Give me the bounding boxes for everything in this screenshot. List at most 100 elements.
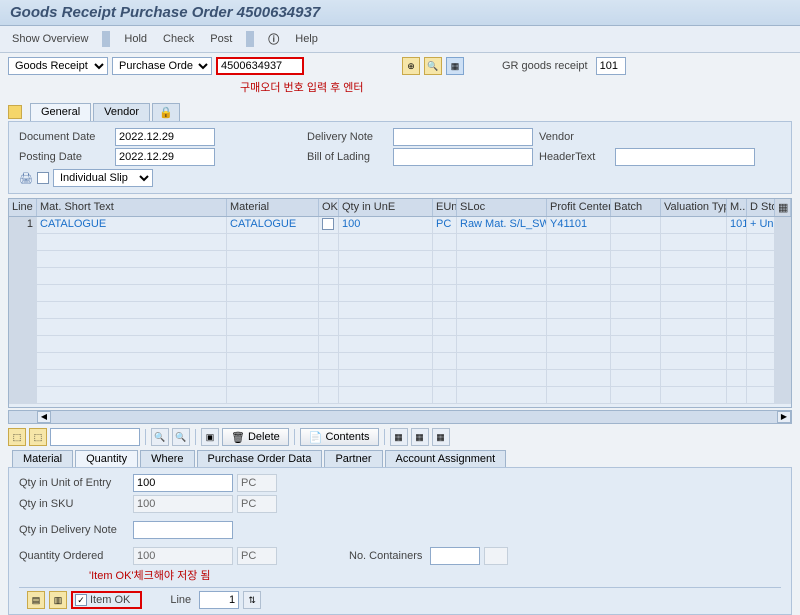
page-title: Goods Receipt Purchase Order 4500634937 bbox=[0, 0, 800, 26]
bill-of-lading-label: Bill of Lading bbox=[307, 151, 387, 163]
item-ok-checkbox[interactable]: ✓ bbox=[75, 594, 87, 606]
qty-ordered-label: Quantity Ordered bbox=[19, 550, 129, 562]
bill-of-lading-input[interactable] bbox=[393, 148, 533, 166]
folder-icon[interactable] bbox=[8, 105, 22, 119]
table-row-empty bbox=[9, 319, 791, 336]
find-icon[interactable]: 🔍 bbox=[151, 428, 169, 446]
layout-icon[interactable]: ▦ bbox=[432, 428, 450, 446]
individual-slip-select[interactable]: Individual Slip bbox=[53, 169, 153, 187]
menu-show-overview[interactable]: Show Overview bbox=[8, 31, 92, 47]
qty-sku-input bbox=[133, 495, 233, 513]
table-row-empty bbox=[9, 268, 791, 285]
separator bbox=[246, 31, 254, 47]
qty-unit-entry-input[interactable] bbox=[133, 474, 233, 492]
items-grid: Line Mat. Short Text Material OK Qty in … bbox=[8, 198, 792, 408]
footer-line-input[interactable] bbox=[199, 591, 239, 609]
po-hint-text: 구매오더 번호 입력 후 엔터 bbox=[240, 79, 364, 95]
tab-general[interactable]: General bbox=[30, 103, 91, 121]
col-mat-short[interactable]: Mat. Short Text bbox=[37, 199, 227, 216]
goods-receipt-select[interactable]: Goods Receipt bbox=[8, 57, 108, 75]
gr-code-input[interactable] bbox=[596, 57, 626, 75]
horizontal-scrollbar[interactable]: ◀ ▶ bbox=[8, 410, 792, 424]
col-config-icon[interactable]: ▦ bbox=[775, 199, 791, 216]
header-text-input[interactable] bbox=[615, 148, 755, 166]
row-ok-checkbox[interactable] bbox=[322, 218, 334, 230]
header-tab-row: General Vendor 🔒 bbox=[0, 99, 800, 121]
po-number-input[interactable] bbox=[216, 57, 304, 75]
col-valtype[interactable]: Valuation Type bbox=[661, 199, 727, 216]
qty-ordered-unit bbox=[237, 547, 277, 565]
line-nav-icon[interactable]: ⇅ bbox=[243, 591, 261, 609]
menu-post[interactable]: Post bbox=[206, 31, 236, 47]
footer-icon-1[interactable]: ▤ bbox=[27, 591, 45, 609]
table-row[interactable]: 1 CATALOGUE CATALOGUE 100 PC Raw Mat. S/… bbox=[9, 217, 791, 234]
col-ok[interactable]: OK bbox=[319, 199, 339, 216]
document-date-label: Document Date bbox=[19, 131, 109, 143]
quantity-panel: Qty in Unit of Entry Qty in SKU Qty in D… bbox=[8, 467, 792, 615]
qty-sku-label: Qty in SKU bbox=[19, 498, 129, 510]
delete-button[interactable]: 🗑 Delete bbox=[222, 428, 289, 446]
purchase-order-select[interactable]: Purchase Order bbox=[112, 57, 212, 75]
qty-unit-entry-label: Qty in Unit of Entry bbox=[19, 477, 129, 489]
info-icon: ⓘ bbox=[264, 29, 283, 49]
tab-vendor[interactable]: Vendor bbox=[93, 103, 150, 121]
detail-tabs: Material Quantity Where Purchase Order D… bbox=[12, 450, 800, 467]
contents-button[interactable]: 📄 Contents bbox=[300, 428, 379, 446]
delivery-note-input[interactable] bbox=[393, 128, 533, 146]
col-batch[interactable]: Batch bbox=[611, 199, 661, 216]
toolbar-field[interactable] bbox=[50, 428, 140, 446]
menu-check[interactable]: Check bbox=[159, 31, 198, 47]
menu-help[interactable]: Help bbox=[291, 31, 322, 47]
separator bbox=[195, 429, 196, 445]
scroll-right-icon[interactable]: ▶ bbox=[777, 411, 791, 423]
scroll-left-icon[interactable]: ◀ bbox=[37, 411, 51, 423]
table-row-empty bbox=[9, 387, 791, 404]
expand-icon[interactable]: ▦ bbox=[390, 428, 408, 446]
menu-hold[interactable]: Hold bbox=[120, 31, 151, 47]
footer-icon-2[interactable]: ▥ bbox=[49, 591, 67, 609]
qty-delivery-input[interactable] bbox=[133, 521, 233, 539]
col-sloc[interactable]: SLoc bbox=[457, 199, 547, 216]
table-row-empty bbox=[9, 234, 791, 251]
no-containers-label: No. Containers bbox=[349, 550, 426, 562]
col-profit[interactable]: Profit Center bbox=[547, 199, 611, 216]
table-row-empty bbox=[9, 336, 791, 353]
col-dstock[interactable]: D Stock Type bbox=[747, 199, 775, 216]
grid-body[interactable]: 1 CATALOGUE CATALOGUE 100 PC Raw Mat. S/… bbox=[9, 217, 791, 407]
deselect-all-icon[interactable]: ⬚ bbox=[29, 428, 47, 446]
copy-icon[interactable]: ▣ bbox=[201, 428, 219, 446]
table-row-empty bbox=[9, 353, 791, 370]
separator bbox=[102, 31, 110, 47]
posting-date-input[interactable] bbox=[115, 148, 215, 166]
vendor-label: Vendor bbox=[539, 131, 609, 143]
tab-icon-misc[interactable]: 🔒 bbox=[152, 103, 180, 121]
individual-slip-checkbox[interactable] bbox=[37, 172, 49, 184]
delivery-note-label: Delivery Note bbox=[307, 131, 387, 143]
tab-account[interactable]: Account Assignment bbox=[385, 450, 507, 467]
no-containers-input[interactable] bbox=[430, 547, 480, 565]
no-containers-unit bbox=[484, 547, 508, 565]
execute-icon[interactable]: ⊕ bbox=[402, 57, 420, 75]
tab-quantity[interactable]: Quantity bbox=[75, 450, 138, 467]
table-row-empty bbox=[9, 302, 791, 319]
col-qty[interactable]: Qty in UnE bbox=[339, 199, 433, 216]
grid-icon[interactable]: ▦ bbox=[446, 57, 464, 75]
document-date-input[interactable] bbox=[115, 128, 215, 146]
footer-line-label: Line bbox=[170, 594, 195, 606]
separator bbox=[294, 429, 295, 445]
tab-po-data[interactable]: Purchase Order Data bbox=[197, 450, 323, 467]
search-icon[interactable]: 🔍 bbox=[424, 57, 442, 75]
find-next-icon[interactable]: 🔍 bbox=[172, 428, 190, 446]
tab-material[interactable]: Material bbox=[12, 450, 73, 467]
select-all-icon[interactable]: ⬚ bbox=[8, 428, 26, 446]
collapse-icon[interactable]: ▦ bbox=[411, 428, 429, 446]
tab-partner[interactable]: Partner bbox=[324, 450, 382, 467]
header-panel: Document Date Delivery Note Vendor Posti… bbox=[8, 121, 792, 194]
col-material[interactable]: Material bbox=[227, 199, 319, 216]
separator bbox=[145, 429, 146, 445]
col-eun[interactable]: EUn bbox=[433, 199, 457, 216]
tab-where[interactable]: Where bbox=[140, 450, 194, 467]
col-m[interactable]: M... bbox=[727, 199, 747, 216]
col-line[interactable]: Line bbox=[9, 199, 37, 216]
print-icon[interactable]: 🖨 bbox=[19, 172, 33, 185]
